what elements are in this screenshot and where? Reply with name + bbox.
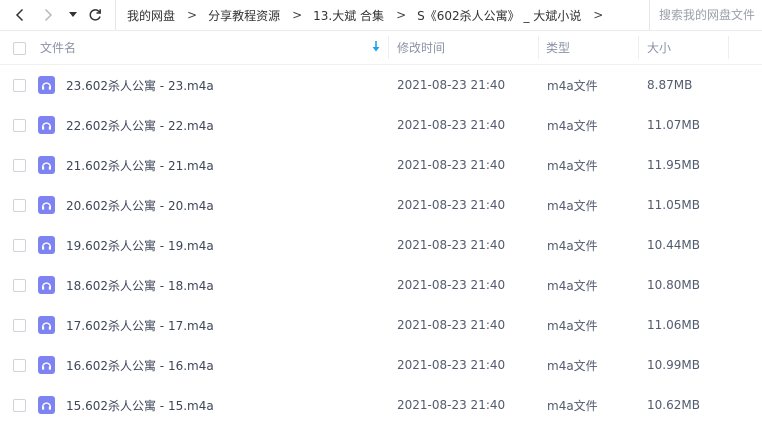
file-type: m4a文件 xyxy=(547,198,598,213)
file-name[interactable]: 19.602杀人公寓 - 19.m4a xyxy=(66,225,214,265)
file-size: 10.62MB xyxy=(647,398,700,412)
modified-time: 2021-08-23 21:40 xyxy=(397,318,506,332)
file-type: m4a文件 xyxy=(547,398,598,413)
column-header-time[interactable]: 修改时间 xyxy=(397,31,445,64)
row-checkbox[interactable] xyxy=(13,319,26,332)
table-row[interactable]: 23.602杀人公寓 - 23.m4a 2021-08-23 21:40 m4a文件… xyxy=(0,65,762,105)
audio-file-icon xyxy=(38,236,55,254)
table-row[interactable]: 20.602杀人公寓 - 20.m4a 2021-08-23 21:40 m4a文件… xyxy=(0,185,762,225)
file-size: 10.99MB xyxy=(647,358,700,372)
audio-file-icon xyxy=(38,396,55,414)
column-divider[interactable] xyxy=(388,36,389,59)
row-checkbox[interactable] xyxy=(13,199,26,212)
row-checkbox[interactable] xyxy=(13,399,26,412)
file-type: m4a文件 xyxy=(547,278,598,293)
file-name[interactable]: 18.602杀人公寓 - 18.m4a xyxy=(66,265,214,305)
chevron-left-icon xyxy=(15,8,24,22)
forward-button[interactable] xyxy=(38,0,58,30)
breadcrumb-item[interactable]: 我的网盘 xyxy=(116,7,175,24)
row-checkbox[interactable] xyxy=(13,359,26,372)
modified-time: 2021-08-23 21:40 xyxy=(397,358,506,372)
column-header-name-label: 文件名 xyxy=(40,41,77,55)
file-name[interactable]: 16.602杀人公寓 - 16.m4a xyxy=(66,345,214,385)
file-size: 8.87MB xyxy=(647,78,693,92)
top-bar: 我的网盘 > 分享教程资源 >13.大斌 合集 > S《602杀人公寓》 _ 大斌小说 > xyxy=(0,0,762,31)
refresh-button[interactable] xyxy=(85,0,105,30)
column-divider[interactable] xyxy=(728,36,729,59)
audio-file-icon xyxy=(38,116,55,134)
breadcrumb-separator: > xyxy=(187,8,198,22)
audio-file-icon xyxy=(38,196,55,214)
breadcrumb-separator: > xyxy=(292,8,303,22)
file-name[interactable]: 21.602杀人公寓 - 21.m4a xyxy=(66,145,214,185)
row-checkbox[interactable] xyxy=(13,279,26,292)
sort-down-arrow-icon[interactable] xyxy=(372,41,380,53)
file-size: 11.06MB xyxy=(647,318,700,332)
row-checkbox[interactable] xyxy=(13,79,26,92)
table-row[interactable]: 16.602杀人公寓 - 16.m4a 2021-08-23 21:40 m4a文件… xyxy=(0,345,762,385)
file-type: m4a文件 xyxy=(547,118,598,133)
row-checkbox[interactable] xyxy=(13,159,26,172)
column-divider[interactable] xyxy=(538,36,539,59)
column-header-type[interactable]: 类型 xyxy=(546,31,570,64)
modified-time: 2021-08-23 21:40 xyxy=(397,198,506,212)
file-name[interactable]: 20.602杀人公寓 - 20.m4a xyxy=(66,185,214,225)
file-size: 11.95MB xyxy=(647,158,700,172)
search-box xyxy=(649,0,762,30)
breadcrumb-item[interactable]: 分享教程资源 xyxy=(197,7,280,24)
modified-time: 2021-08-23 21:40 xyxy=(397,118,506,132)
table-row[interactable]: 18.602杀人公寓 - 18.m4a 2021-08-23 21:40 m4a文件… xyxy=(0,265,762,305)
breadcrumb-item[interactable]: S《602杀人公寓》 _ 大斌小说 xyxy=(406,7,581,24)
column-header-type-label: 类型 xyxy=(546,41,571,55)
modified-time: 2021-08-23 21:40 xyxy=(397,278,506,292)
audio-file-icon xyxy=(38,276,55,294)
table-row[interactable]: 17.602杀人公寓 - 17.m4a 2021-08-23 21:40 m4a文件… xyxy=(0,305,762,345)
column-header-size-label: 大小 xyxy=(647,41,672,55)
search-input[interactable] xyxy=(657,7,762,23)
audio-file-icon xyxy=(38,316,55,334)
select-all-checkbox[interactable] xyxy=(13,42,26,55)
breadcrumb-item[interactable]: 13.大斌 合集 xyxy=(302,7,384,24)
column-header-time-label: 修改时间 xyxy=(397,41,446,55)
file-name[interactable]: 22.602杀人公寓 - 22.m4a xyxy=(66,105,214,145)
file-type: m4a文件 xyxy=(547,238,598,253)
breadcrumb-separator: > xyxy=(593,8,604,22)
table-header: 文件名 修改时间 类型 大小 xyxy=(0,31,762,65)
table-row[interactable]: 21.602杀人公寓 - 21.m4a 2021-08-23 21:40 m4a文件… xyxy=(0,145,762,185)
file-list: 23.602杀人公寓 - 23.m4a 2021-08-23 21:40 m4a文件… xyxy=(0,65,762,425)
file-name[interactable]: 17.602杀人公寓 - 17.m4a xyxy=(66,305,214,345)
modified-time: 2021-08-23 21:40 xyxy=(397,398,506,412)
file-size: 11.07MB xyxy=(647,118,700,132)
file-type: m4a文件 xyxy=(547,358,598,373)
breadcrumb-separator: > xyxy=(396,8,407,22)
column-header-size[interactable]: 大小 xyxy=(647,31,671,64)
file-size: 10.44MB xyxy=(647,238,700,252)
modified-time: 2021-08-23 21:40 xyxy=(397,78,506,92)
caret-down-icon xyxy=(69,12,77,17)
column-divider[interactable] xyxy=(638,36,639,59)
file-size: 11.05MB xyxy=(647,198,700,212)
audio-file-icon xyxy=(38,76,55,94)
modified-time: 2021-08-23 21:40 xyxy=(397,158,506,172)
back-button[interactable] xyxy=(10,0,30,30)
table-row[interactable]: 19.602杀人公寓 - 19.m4a 2021-08-23 21:40 m4a文件… xyxy=(0,225,762,265)
modified-time: 2021-08-23 21:40 xyxy=(397,238,506,252)
row-checkbox[interactable] xyxy=(13,119,26,132)
table-row[interactable]: 15.602杀人公寓 - 15.m4a 2021-08-23 21:40 m4a文件… xyxy=(0,385,762,425)
row-checkbox[interactable] xyxy=(13,239,26,252)
refresh-icon xyxy=(89,9,101,21)
chevron-right-icon xyxy=(44,8,53,22)
audio-file-icon xyxy=(38,156,55,174)
file-type: m4a文件 xyxy=(547,318,598,333)
breadcrumb: 我的网盘 > 分享教程资源 >13.大斌 合集 > S《602杀人公寓》 _ 大斌小说 > xyxy=(115,0,650,30)
file-name[interactable]: 15.602杀人公寓 - 15.m4a xyxy=(66,385,214,425)
file-type: m4a文件 xyxy=(547,158,598,173)
audio-file-icon xyxy=(38,356,55,374)
file-type: m4a文件 xyxy=(547,78,598,93)
table-row[interactable]: 22.602杀人公寓 - 22.m4a 2021-08-23 21:40 m4a文件… xyxy=(0,105,762,145)
file-size: 10.80MB xyxy=(647,278,700,292)
file-name[interactable]: 23.602杀人公寓 - 23.m4a xyxy=(66,65,214,105)
column-header-name[interactable]: 文件名 xyxy=(40,31,76,64)
history-dropdown-button[interactable] xyxy=(66,0,80,30)
